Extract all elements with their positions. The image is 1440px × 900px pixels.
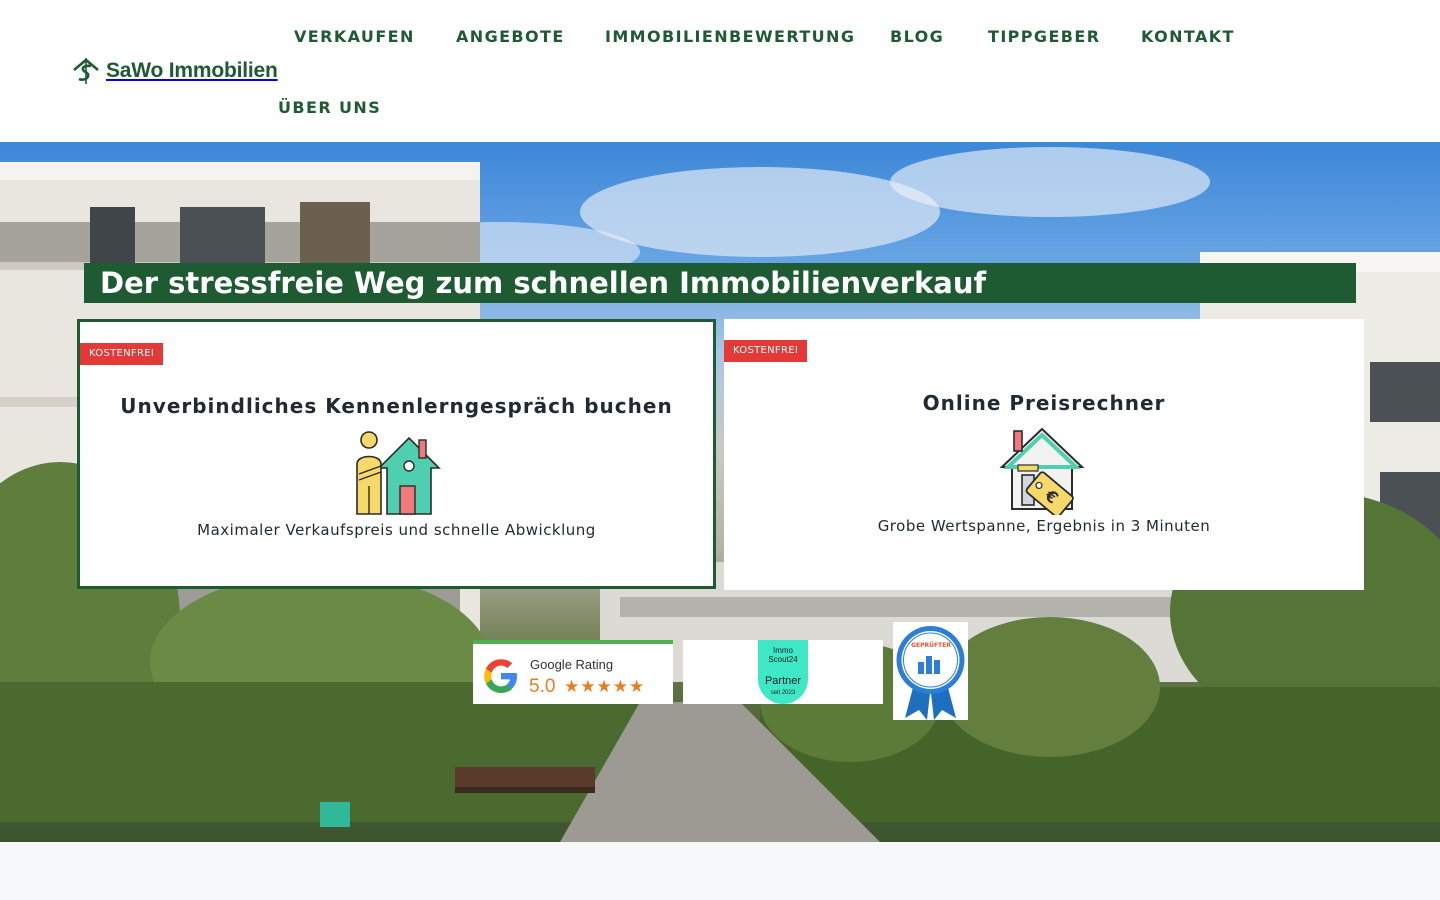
google-rating-label: Google Rating: [530, 657, 614, 672]
immoscout-since-label: seit 2023: [770, 690, 796, 696]
online-preisrechner-card[interactable]: KOSTENFREI Online Preisrechner € Grobe W…: [724, 319, 1364, 590]
nav-item-ueber-uns[interactable]: ÜBER UNS: [278, 98, 381, 117]
page-bottom-strip: [0, 842, 1440, 900]
kostenfrei-badge: KOSTENFREI: [724, 340, 808, 362]
immoscout-label: Immo Scout24: [768, 646, 798, 664]
card-description: Grobe Wertspanne, Ergebnis in 3 Minuten: [877, 517, 1211, 535]
immoscout-partner-icon: Immo Scout24 Partner seit 2023: [758, 640, 808, 704]
immoscout-partner-label: Partner: [764, 675, 802, 687]
card-title: Online Preisrechner: [922, 391, 1166, 415]
nav-item-immobilienbewertung[interactable]: IMMOBILIENBEWERTUNG: [605, 27, 855, 46]
nav-item-tippgeber[interactable]: TIPPGEBER: [988, 27, 1100, 46]
house-price-tag-euro-icon: €: [999, 427, 1085, 515]
award-seal-badge[interactable]: GEPRÜFTER: [893, 622, 968, 720]
kostenfrei-badge: KOSTENFREI: [80, 343, 164, 365]
award-rosette-icon: [896, 626, 965, 720]
brand-logo-link[interactable]: SaWo Immobilien: [72, 57, 278, 85]
immoscout-partner-badge[interactable]: Immo Scout24 Partner seit 2023: [683, 640, 883, 704]
card-title: Unverbindliches Kennenlerngespräch buche…: [120, 394, 673, 418]
hero-headline: Der stressfreie Weg zum schnellen Immobi…: [84, 263, 1356, 303]
person-house-icon: [355, 431, 441, 515]
brand-name: SaWo Immobilien: [106, 59, 278, 82]
house-s-logo-icon: [73, 58, 99, 84]
kennenlerngespraech-card[interactable]: KOSTENFREI Unverbindliches Kennenlernges…: [77, 319, 716, 589]
nav-item-blog[interactable]: BLOG: [890, 27, 944, 46]
star-rating-icon: ★★★★★: [564, 677, 646, 697]
nav-item-kontakt[interactable]: KONTAKT: [1141, 27, 1235, 46]
hero-section: Der stressfreie Weg zum schnellen Immobi…: [0, 142, 1440, 842]
google-rating-badge[interactable]: Google Rating 5.0 ★★★★★: [473, 640, 673, 704]
google-rating-score: 5.0: [529, 676, 556, 697]
nav-item-verkaufen[interactable]: VERKAUFEN: [294, 27, 415, 46]
site-header: SaWo Immobilien VERKAUFEN ANGEBOTE IMMOB…: [0, 0, 1440, 142]
nav-item-angebote[interactable]: ANGEBOTE: [456, 27, 565, 46]
card-description: Maximaler Verkaufspreis und schnelle Abw…: [197, 521, 596, 539]
google-g-icon: [484, 659, 517, 693]
seal-label: GEPRÜFTER: [911, 642, 951, 649]
